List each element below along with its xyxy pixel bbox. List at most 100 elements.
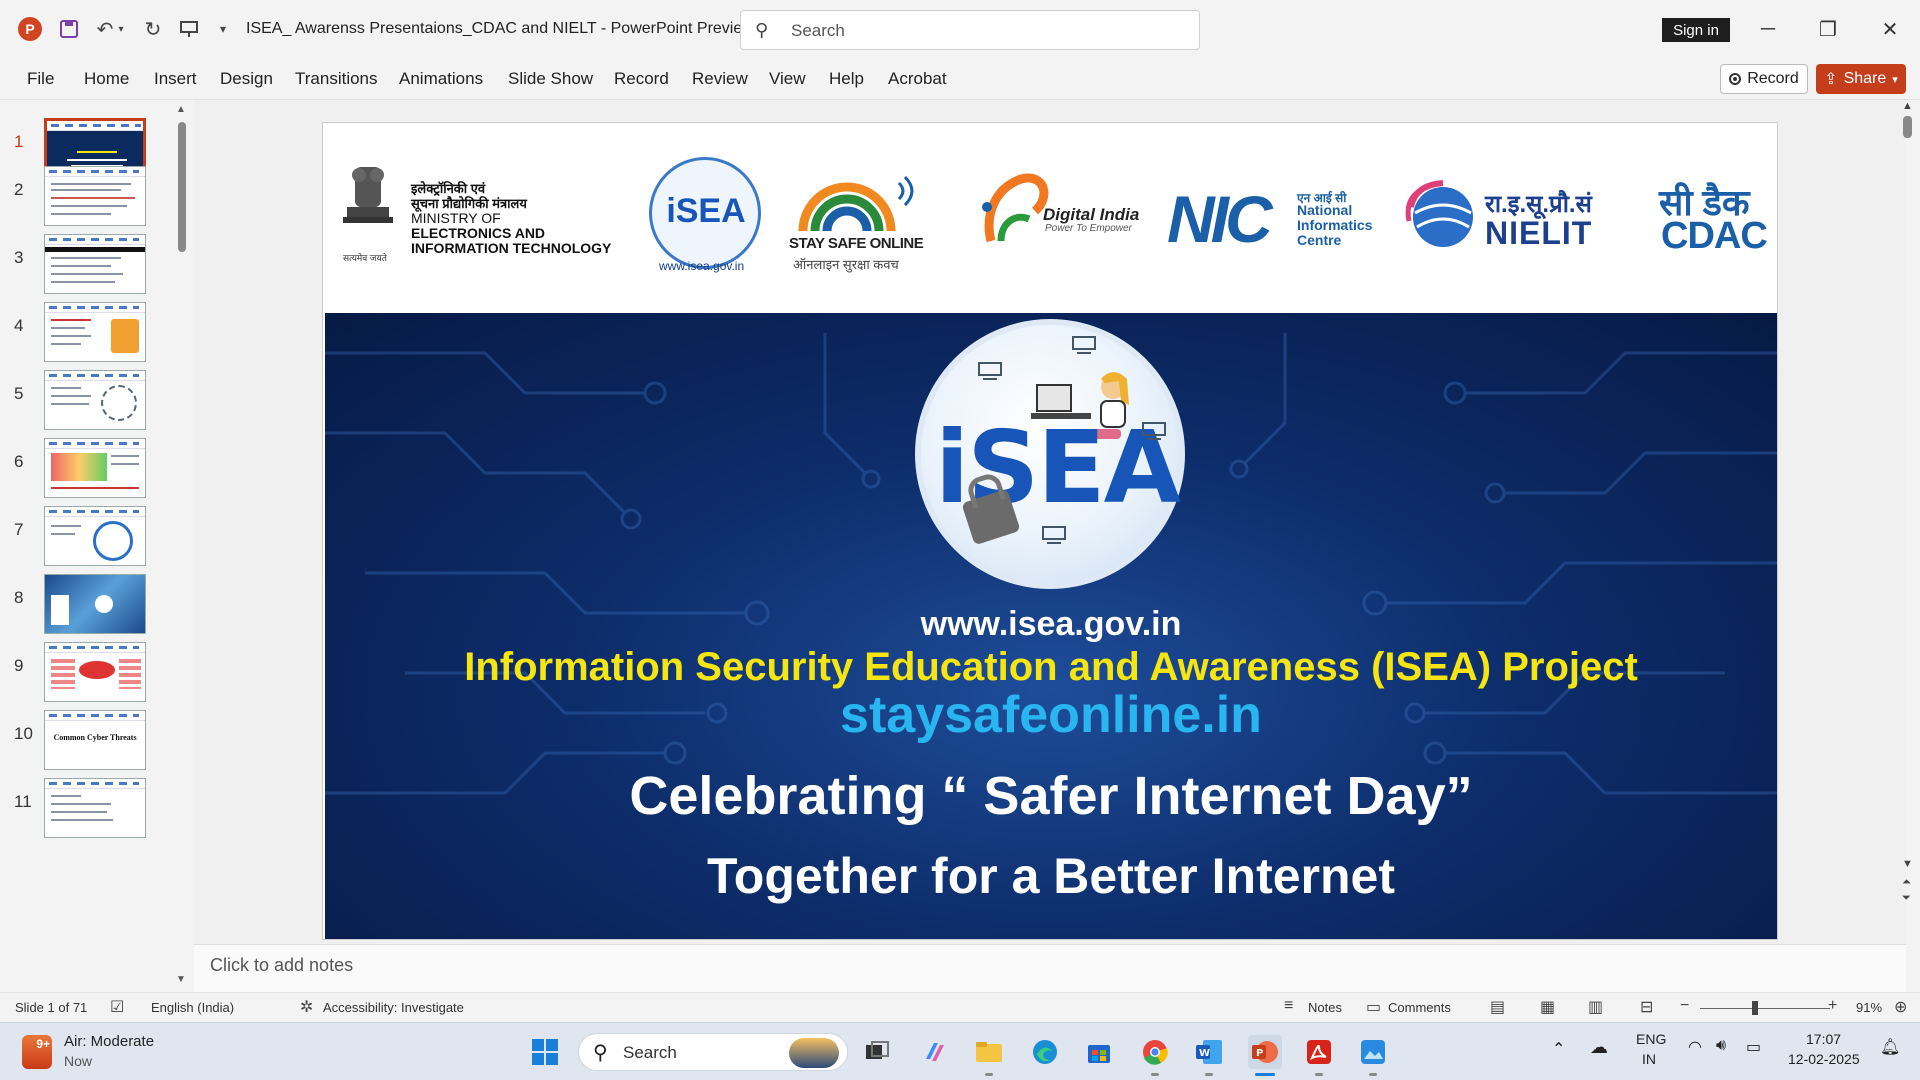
current-slide[interactable]: सत्यमेव जयते इलेक्ट्रॉनिकी एवं सूचना प्र…: [322, 122, 1778, 940]
title-bar: P ↶ ▾ ↻ ▾ ISEA_ Awarenss Presentaions_CD…: [0, 0, 1920, 58]
cdac-text: CDAC: [1661, 215, 1768, 257]
word-icon[interactable]: W: [1192, 1035, 1226, 1069]
acrobat-icon[interactable]: [1302, 1035, 1336, 1069]
slide-10-title: Common Cyber Threats: [53, 733, 137, 742]
zoom-out-icon[interactable]: −: [1680, 997, 1689, 1015]
slide-number: 4: [14, 316, 24, 335]
slide-thumbnail[interactable]: 6: [0, 438, 170, 508]
accessibility-status[interactable]: Accessibility: Investigate: [323, 1000, 464, 1015]
tab-view[interactable]: View: [769, 69, 806, 89]
tab-design[interactable]: Design: [220, 69, 273, 89]
tab-slide-show[interactable]: Slide Show: [508, 69, 593, 89]
scroll-down-icon[interactable]: ▼: [176, 974, 186, 985]
lang-eng[interactable]: ENG: [1636, 1031, 1666, 1047]
store-icon[interactable]: [1082, 1035, 1116, 1069]
save-icon[interactable]: [56, 16, 82, 42]
slide-thumbnail[interactable]: 7: [0, 506, 170, 576]
zoom-in-icon[interactable]: +: [1828, 997, 1837, 1015]
chevron-down-icon: ▾: [1892, 73, 1898, 86]
ministry-en-3: INFORMATION TECHNOLOGY: [411, 240, 612, 256]
tab-insert[interactable]: Insert: [154, 69, 197, 89]
restore-icon[interactable]: ❐: [1808, 14, 1848, 44]
windows-start-icon[interactable]: [528, 1035, 562, 1069]
reading-view-icon[interactable]: ▥: [1588, 997, 1603, 1017]
accessibility-icon[interactable]: ✲: [300, 997, 313, 1017]
slide-show-icon[interactable]: ⊟: [1640, 997, 1653, 1017]
slide-thumbnail[interactable]: 3: [0, 234, 170, 304]
onedrive-icon[interactable]: ☁: [1590, 1037, 1608, 1058]
scroll-thumb[interactable]: [1903, 116, 1912, 138]
editor-scrollbar[interactable]: ▲ ▼ ⏶ ⏷: [1898, 100, 1918, 920]
notes-pane[interactable]: Click to add notes: [194, 944, 1906, 992]
logo-strip: सत्यमेव जयते इलेक्ट्रॉनिकी एवं सूचना प्र…: [323, 123, 1777, 313]
slide-thumbnail[interactable]: 9: [0, 642, 170, 712]
present-icon[interactable]: [176, 16, 202, 42]
tab-animations[interactable]: Animations: [399, 69, 483, 89]
slide-number: 6: [14, 452, 24, 471]
notes-icon[interactable]: ≡: [1284, 997, 1293, 1015]
minimize-icon[interactable]: ─: [1748, 14, 1788, 44]
scroll-up-icon[interactable]: ▲: [176, 104, 186, 115]
thumbnails-scrollbar[interactable]: ▲ ▼: [176, 104, 188, 986]
windows-taskbar: 9+ Air: Moderate Now ⚲ Search W P ⌃ ☁ EN…: [0, 1022, 1920, 1080]
slide-thumbnail[interactable]: 4: [0, 302, 170, 372]
redo-icon[interactable]: ↻: [140, 16, 166, 42]
tab-home[interactable]: Home: [84, 69, 129, 89]
slide-thumbnail[interactable]: 2: [0, 166, 170, 236]
tab-help[interactable]: Help: [829, 69, 864, 89]
clock-time[interactable]: 17:07: [1806, 1031, 1841, 1047]
search-input[interactable]: ⚲ Search: [740, 10, 1200, 50]
chrome-icon[interactable]: [1138, 1035, 1172, 1069]
tab-record[interactable]: Record: [614, 69, 669, 89]
close-icon[interactable]: ✕: [1870, 14, 1910, 44]
fit-to-window-icon[interactable]: ⊕: [1894, 997, 1907, 1017]
scroll-up-icon[interactable]: ▲: [1902, 100, 1913, 112]
slide-thumbnail[interactable]: 10 Common Cyber Threats: [0, 710, 170, 780]
zoom-slider-thumb[interactable]: [1752, 1001, 1758, 1015]
scroll-thumb[interactable]: [178, 122, 186, 252]
slide-sorter-icon[interactable]: ▦: [1540, 997, 1555, 1017]
tab-transitions[interactable]: Transitions: [295, 69, 378, 89]
comments-icon[interactable]: ▭: [1366, 997, 1381, 1017]
tab-acrobat[interactable]: Acrobat: [888, 69, 947, 89]
lang-in[interactable]: IN: [1642, 1051, 1656, 1067]
notes-toggle[interactable]: Notes: [1308, 1000, 1342, 1015]
battery-icon[interactable]: ▭: [1746, 1037, 1761, 1057]
record-button[interactable]: Record: [1720, 64, 1808, 94]
file-explorer-icon[interactable]: [972, 1035, 1006, 1069]
normal-view-icon[interactable]: ▤: [1490, 997, 1505, 1017]
edge-icon[interactable]: [1028, 1035, 1062, 1069]
next-slide-icon[interactable]: ⏷: [1902, 892, 1911, 905]
scroll-down-icon[interactable]: ▼: [1902, 858, 1913, 870]
zoom-level[interactable]: 91%: [1856, 1000, 1882, 1015]
slide-thumbnail[interactable]: 5: [0, 370, 170, 440]
taskbar-search-label: Search: [623, 1043, 677, 1062]
tab-file[interactable]: File: [27, 69, 54, 89]
powerpoint-taskbar-icon[interactable]: P: [1248, 1035, 1282, 1069]
tab-review[interactable]: Review: [692, 69, 748, 89]
copilot-icon[interactable]: [918, 1035, 952, 1069]
customize-toolbar-icon[interactable]: ▾: [210, 16, 236, 42]
comments-toggle[interactable]: Comments: [1388, 1000, 1451, 1015]
slide-preview: [44, 574, 146, 634]
spelling-check-icon[interactable]: ☑: [110, 997, 124, 1017]
slide-thumbnail[interactable]: 11: [0, 778, 170, 848]
slide-thumbnail[interactable]: 8: [0, 574, 170, 644]
language-status[interactable]: English (India): [151, 1000, 234, 1015]
undo-dropdown-icon[interactable]: ▾: [114, 16, 128, 42]
share-icon: ⇪: [1824, 71, 1838, 88]
notification-bell-icon[interactable]: 🔔︎: [1880, 1037, 1900, 1057]
chevron-up-icon[interactable]: ⌃: [1552, 1039, 1565, 1059]
clock-date[interactable]: 12-02-2025: [1788, 1051, 1860, 1067]
photos-icon[interactable]: [1356, 1035, 1390, 1069]
share-button[interactable]: ⇪ Share ▾: [1816, 64, 1906, 94]
nic-en-1: National: [1297, 202, 1353, 218]
taskbar-search-input[interactable]: ⚲ Search: [578, 1033, 848, 1071]
sign-in-button[interactable]: Sign in: [1662, 18, 1730, 42]
wifi-icon[interactable]: ◠: [1688, 1037, 1702, 1057]
volume-icon[interactable]: 🔊︎: [1716, 1037, 1726, 1055]
zoom-slider[interactable]: [1700, 1008, 1830, 1009]
previous-slide-icon[interactable]: ⏶: [1902, 876, 1911, 889]
slide-thumbnails-pane: 1 2 3 4 5 6 7 8 9 10 Common Cyber Threat…: [0, 100, 192, 992]
task-view-icon[interactable]: [860, 1035, 894, 1069]
